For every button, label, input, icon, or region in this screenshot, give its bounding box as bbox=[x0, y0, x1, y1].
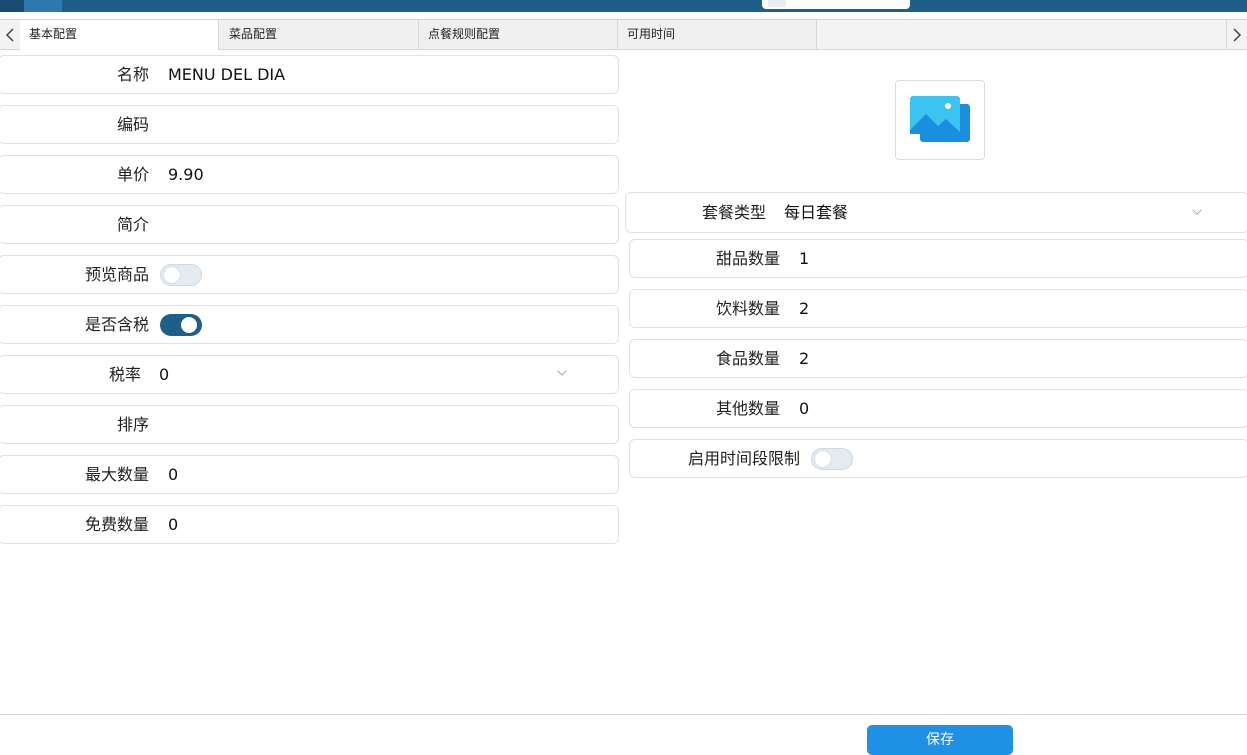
free-quantity-value: 0 bbox=[168, 515, 179, 534]
time-limit-row: 启用时间段限制 bbox=[629, 439, 1247, 478]
food-count-label: 食品数量 bbox=[715, 349, 780, 368]
tax-rate-value: 0 bbox=[159, 365, 170, 384]
price-field[interactable]: 单价 9.90 bbox=[0, 155, 619, 194]
description-label: 简介 bbox=[116, 215, 149, 234]
drink-count-label: 饮料数量 bbox=[715, 299, 780, 318]
sort-field[interactable]: 排序 bbox=[0, 405, 619, 444]
tab-order-rules[interactable]: 点餐规则配置 bbox=[419, 20, 618, 49]
time-limit-toggle[interactable] bbox=[811, 448, 853, 470]
name-value: MENU DEL DIA bbox=[168, 65, 286, 84]
price-value: 9.90 bbox=[168, 165, 204, 184]
dessert-count-field[interactable]: 甜品数量 1 bbox=[629, 239, 1247, 278]
max-quantity-label: 最大数量 bbox=[84, 465, 149, 484]
tax-included-label: 是否含税 bbox=[84, 315, 149, 334]
preview-product-row: 预览商品 bbox=[0, 255, 619, 294]
tab-bar: 基本配置 菜品配置 点餐规则配置 可用时间 bbox=[0, 19, 1247, 50]
other-count-value: 0 bbox=[799, 399, 810, 418]
name-field[interactable]: 名称 MENU DEL DIA bbox=[0, 55, 619, 94]
menu-button[interactable] bbox=[0, 0, 24, 12]
top-title-bar bbox=[0, 0, 1247, 12]
package-type-label: 套餐类型 bbox=[701, 203, 766, 222]
free-quantity-field[interactable]: 免费数量 0 bbox=[0, 505, 619, 544]
food-count-value: 2 bbox=[799, 349, 810, 368]
package-type-select[interactable]: 套餐类型 每日套餐 bbox=[625, 192, 1247, 233]
product-image-upload[interactable] bbox=[895, 80, 985, 160]
top-active-tab[interactable] bbox=[24, 0, 62, 12]
other-count-label: 其他数量 bbox=[715, 399, 780, 418]
chevron-down-icon bbox=[1192, 209, 1202, 215]
drink-count-value: 2 bbox=[799, 299, 810, 318]
name-label: 名称 bbox=[116, 65, 149, 84]
tab-dish-config[interactable]: 菜品配置 bbox=[220, 20, 419, 49]
code-label: 编码 bbox=[116, 115, 149, 134]
tab-available-time[interactable]: 可用时间 bbox=[618, 20, 817, 49]
tab-basic-config[interactable]: 基本配置 bbox=[20, 20, 219, 50]
preview-product-toggle[interactable] bbox=[160, 264, 202, 286]
max-quantity-field[interactable]: 最大数量 0 bbox=[0, 455, 619, 494]
top-search-icon bbox=[768, 0, 786, 7]
description-field[interactable]: 简介 bbox=[0, 205, 619, 244]
dessert-count-value: 1 bbox=[799, 249, 810, 268]
package-type-value: 每日套餐 bbox=[784, 203, 849, 222]
preview-product-label: 预览商品 bbox=[84, 265, 149, 284]
image-placeholder-icon bbox=[910, 96, 970, 142]
tab-scroll-right-icon[interactable] bbox=[1226, 20, 1247, 49]
footer-divider bbox=[0, 714, 1247, 715]
save-button[interactable]: 保存 bbox=[867, 725, 1013, 755]
time-limit-label: 启用时间段限制 bbox=[687, 449, 800, 468]
drink-count-field[interactable]: 饮料数量 2 bbox=[629, 289, 1247, 328]
chevron-down-icon bbox=[557, 370, 567, 376]
tab-scroll-left-icon[interactable] bbox=[0, 20, 20, 49]
dessert-count-label: 甜品数量 bbox=[715, 249, 780, 268]
tax-rate-select[interactable]: 税率 0 bbox=[0, 355, 619, 394]
other-count-field[interactable]: 其他数量 0 bbox=[629, 389, 1247, 428]
free-quantity-label: 免费数量 bbox=[84, 515, 149, 534]
max-quantity-value: 0 bbox=[168, 465, 179, 484]
tax-included-row: 是否含税 bbox=[0, 305, 619, 344]
tax-rate-label: 税率 bbox=[108, 365, 141, 384]
tax-included-toggle[interactable] bbox=[160, 314, 202, 336]
sort-label: 排序 bbox=[116, 415, 149, 434]
price-label: 单价 bbox=[116, 165, 149, 184]
food-count-field[interactable]: 食品数量 2 bbox=[629, 339, 1247, 378]
code-field[interactable]: 编码 bbox=[0, 105, 619, 144]
